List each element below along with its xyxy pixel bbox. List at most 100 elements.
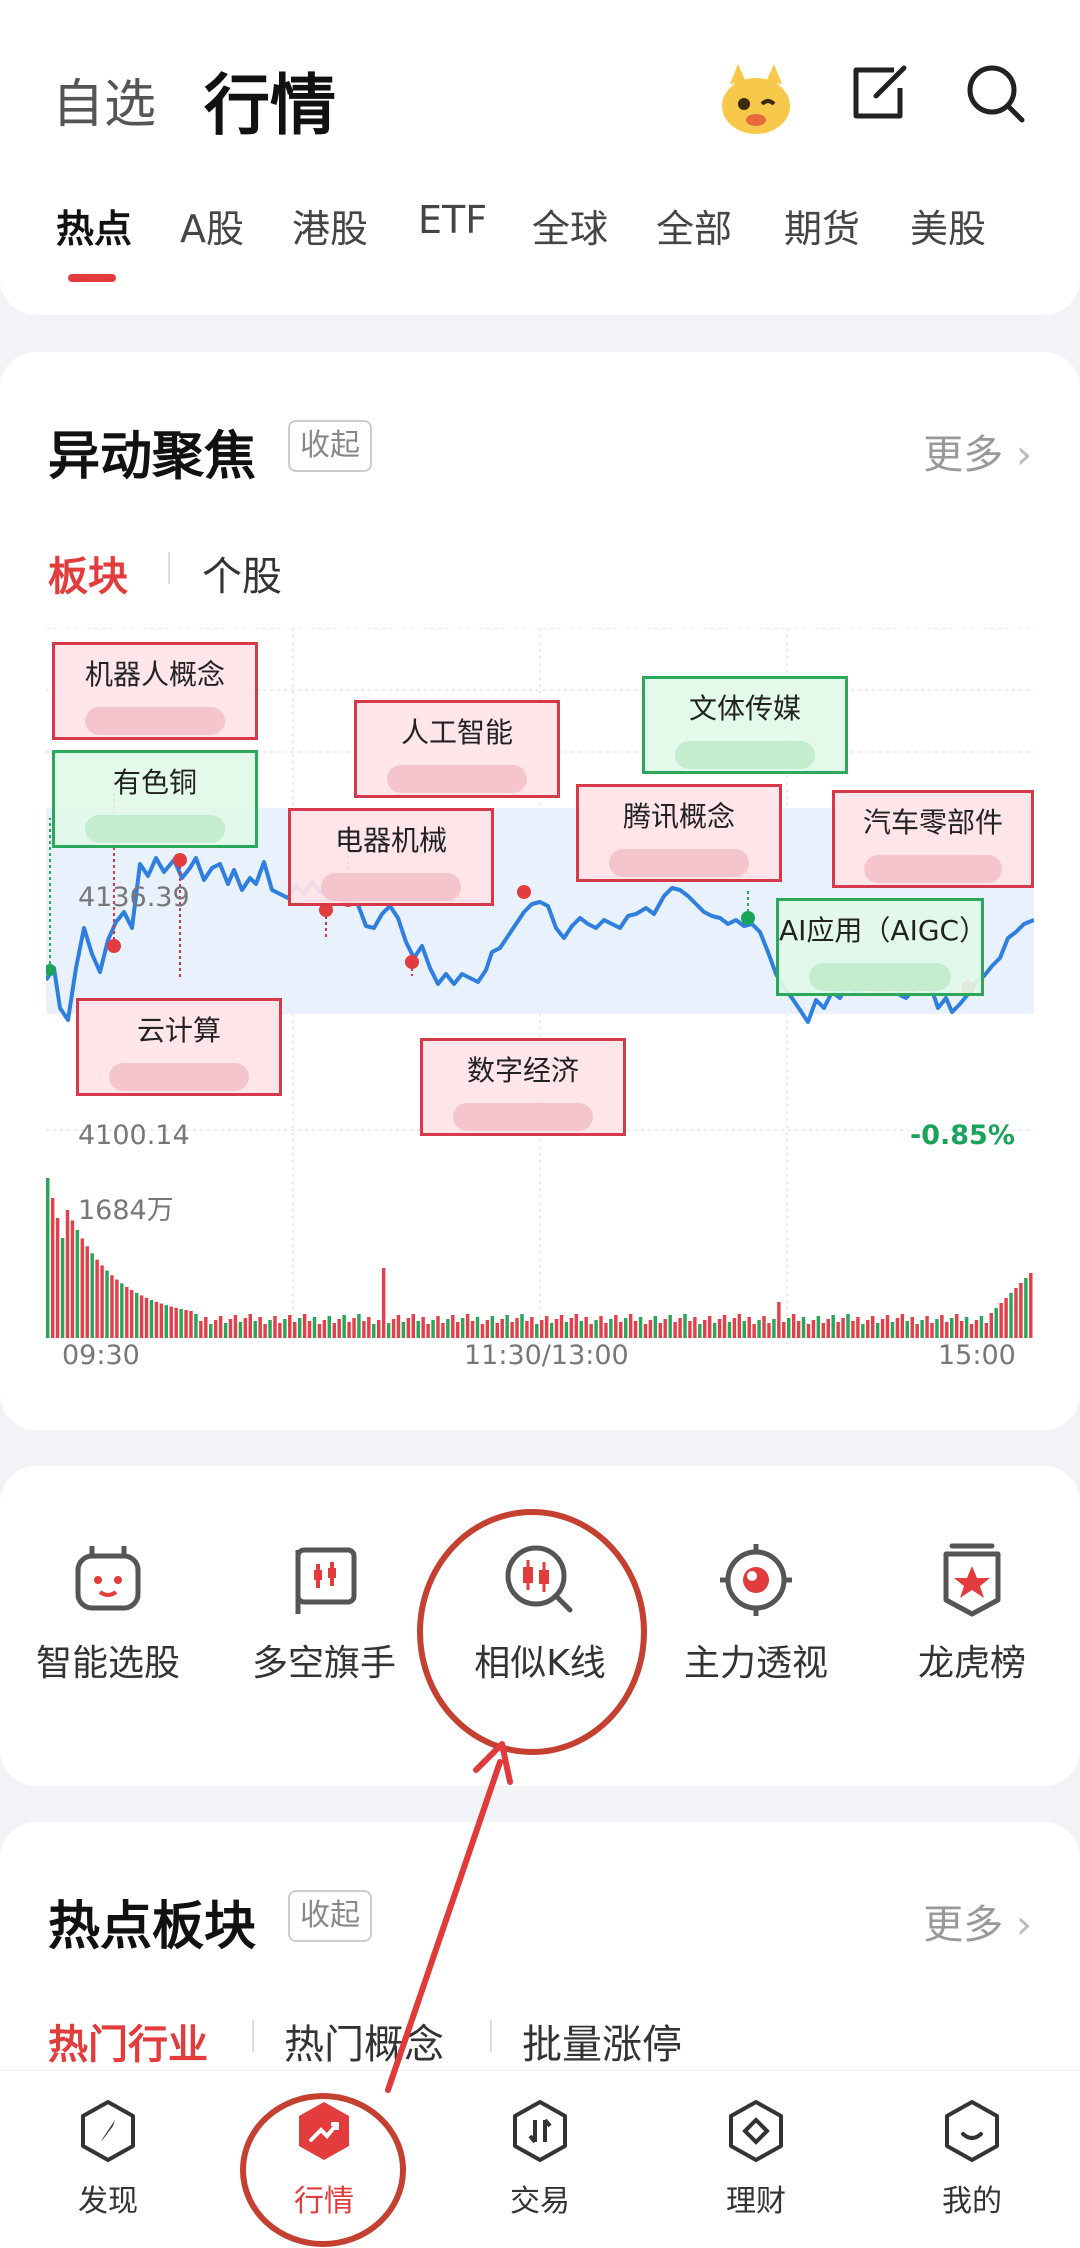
- nav-discover[interactable]: 发现: [0, 2098, 216, 2220]
- segment-watchlist[interactable]: 自选: [52, 62, 156, 137]
- volume-bar: [683, 1314, 687, 1338]
- volume-bar: [367, 1317, 371, 1338]
- volume-bar: [722, 1315, 727, 1338]
- volume-bar: [777, 1302, 781, 1338]
- search-icon[interactable]: [964, 62, 1034, 132]
- volume-bar: [164, 1305, 169, 1338]
- tool-smart-stock-picker[interactable]: 智能选股: [0, 1540, 216, 1686]
- annotation-electrical-machinery[interactable]: 电器机械: [288, 808, 494, 906]
- volume-bar: [426, 1324, 430, 1338]
- tab-etf[interactable]: ETF: [418, 198, 487, 242]
- tab-all[interactable]: 全部: [656, 198, 732, 253]
- price-high-label: 4136.39: [78, 882, 190, 913]
- volume-bar: [945, 1322, 949, 1338]
- volume-bar: [836, 1322, 840, 1338]
- volume-bar: [559, 1315, 564, 1338]
- subtab-batch-limit-up[interactable]: 批量涨停: [522, 2012, 682, 2070]
- volume-bar: [989, 1313, 993, 1338]
- mascot-icon[interactable]: [716, 62, 790, 134]
- annotation-ai-application[interactable]: AI应用（AIGC）: [776, 898, 987, 996]
- focus-collapse-button[interactable]: 收起: [288, 420, 372, 472]
- volume-bar: [866, 1320, 870, 1338]
- nav-market[interactable]: 行情: [216, 2098, 432, 2220]
- volume-bar: [149, 1299, 154, 1338]
- volume-bar: [233, 1315, 238, 1338]
- tool-dragon-tiger-list[interactable]: 龙虎榜: [864, 1540, 1080, 1686]
- focus-more-link[interactable]: 更多 ›: [923, 422, 1032, 480]
- volume-bar: [174, 1307, 178, 1338]
- volume-bar: [288, 1315, 292, 1338]
- volume-bar: [525, 1321, 529, 1338]
- tab-hk[interactable]: 港股: [292, 198, 368, 253]
- annotation-tencent-concept[interactable]: 腾讯概念: [576, 784, 782, 882]
- tool-main-force-view[interactable]: 主力透视: [648, 1540, 864, 1686]
- time-mid-label: 11:30/13:00: [464, 1340, 629, 1371]
- volume-bar: [791, 1314, 796, 1338]
- tab-global[interactable]: 全球: [532, 198, 608, 253]
- annotation-label: 汽车零部件: [862, 806, 1003, 839]
- intraday-chart[interactable]: 4136.39 4100.14 -0.85% 1684万 09:30 11:30…: [44, 627, 1035, 1371]
- hot-collapse-button[interactable]: 收起: [288, 1890, 372, 1942]
- volume-bar: [307, 1321, 312, 1338]
- volume-bar: [510, 1322, 514, 1338]
- volume-bar: [564, 1322, 569, 1338]
- tool-similar-kline[interactable]: 相似K线: [432, 1540, 648, 1686]
- volume-bar: [475, 1317, 480, 1338]
- annotation-auto-parts[interactable]: 汽车零部件: [832, 790, 1034, 888]
- nav-mine[interactable]: 我的: [864, 2098, 1080, 2220]
- subtab-hot-industry[interactable]: 热门行业: [48, 2012, 208, 2070]
- exchange-icon: [507, 2098, 573, 2164]
- time-close-label: 15:00: [938, 1340, 1016, 1371]
- robot-icon: [68, 1540, 148, 1620]
- volume-bar: [139, 1295, 144, 1338]
- tab-a-share[interactable]: A股: [180, 198, 244, 253]
- volume-bar: [95, 1259, 99, 1338]
- tab-us[interactable]: 美股: [910, 198, 986, 253]
- nav-label: 我的: [942, 2184, 1002, 2219]
- annotation-label: 有色铜: [112, 766, 197, 799]
- diamond-icon: [723, 2098, 789, 2164]
- annotation-label: 腾讯概念: [622, 800, 735, 833]
- volume-bar: [984, 1323, 989, 1338]
- volume-bar: [954, 1314, 959, 1338]
- volume-bar: [60, 1238, 65, 1338]
- hot-more-link[interactable]: 更多 ›: [923, 1892, 1032, 1950]
- volume-bar: [747, 1317, 751, 1338]
- blurred-value: [109, 1063, 249, 1091]
- volume-bar: [1024, 1278, 1028, 1338]
- volume-bar: [1009, 1293, 1013, 1338]
- volume-bar: [120, 1283, 124, 1338]
- market-tabs: 热点 A股 港股 ETF 全球 全部 期货 美股: [0, 198, 1080, 268]
- nav-wealth[interactable]: 理财: [648, 2098, 864, 2220]
- annotation-cloud-computing[interactable]: 云计算: [76, 998, 282, 1096]
- annotation-label: 数字经济: [466, 1054, 579, 1087]
- volume-bar: [693, 1317, 697, 1338]
- annotation-culture-media[interactable]: 文体传媒: [642, 676, 848, 774]
- tab-futures[interactable]: 期货: [784, 198, 860, 253]
- flag-chart-icon: [284, 1540, 364, 1620]
- subtab-hot-concept[interactable]: 热门概念: [284, 2012, 444, 2070]
- tool-label: 智能选股: [35, 1643, 180, 1684]
- active-tab-indicator: [68, 274, 116, 282]
- annotation-robot-concept[interactable]: 机器人概念: [52, 642, 258, 740]
- tab-hot[interactable]: 热点: [56, 198, 132, 253]
- nav-trade[interactable]: 交易: [432, 2098, 648, 2220]
- volume-bar: [974, 1320, 979, 1338]
- volume-bar: [880, 1319, 885, 1338]
- edit-icon[interactable]: [846, 62, 916, 132]
- focus-title: 异动聚焦: [48, 427, 257, 487]
- tool-long-short-flag[interactable]: 多空旗手: [216, 1540, 432, 1686]
- volume-bar: [451, 1315, 455, 1338]
- volume-bar: [806, 1324, 811, 1338]
- volume-bar: [70, 1220, 75, 1338]
- subtab-stock[interactable]: 个股: [202, 544, 282, 602]
- volume-bar: [925, 1316, 929, 1338]
- subtab-sector[interactable]: 板块: [48, 544, 128, 602]
- annotation-digital-economy[interactable]: 数字经济: [420, 1038, 626, 1136]
- annotation-nonferrous-copper[interactable]: 有色铜: [52, 750, 258, 848]
- volume-bar: [115, 1279, 119, 1338]
- annotation-label: 机器人概念: [84, 658, 225, 691]
- segment-market[interactable]: 行情: [204, 52, 336, 148]
- annotation-ai[interactable]: 人工智能: [354, 700, 560, 798]
- volume-bar: [796, 1321, 801, 1338]
